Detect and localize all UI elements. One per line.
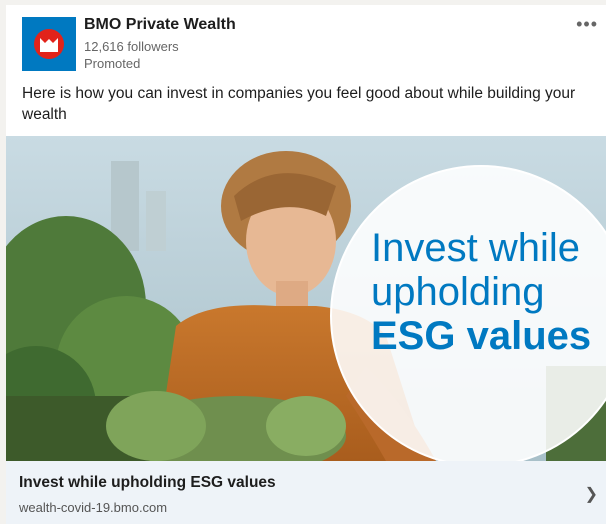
bmo-logo[interactable]: [22, 17, 76, 71]
ad-headline-line3: ESG values: [371, 314, 592, 358]
more-options-icon[interactable]: •••: [576, 14, 598, 35]
post-header: BMO Private Wealth 12,616 followers Prom…: [6, 5, 606, 77]
sponsored-post-card: BMO Private Wealth 12,616 followers Prom…: [6, 5, 606, 524]
promoted-label: Promoted: [84, 56, 141, 71]
ad-headline-line1: Invest while: [371, 226, 580, 270]
post-text: Here is how you can invest in companies …: [22, 85, 576, 123]
bmo-roundel-icon: [34, 29, 64, 59]
company-name[interactable]: BMO Private Wealth: [84, 16, 236, 34]
link-preview[interactable]: Invest while upholding ESG values wealth…: [6, 461, 606, 524]
ad-headline: Invest while upholding ESG values: [371, 226, 606, 358]
follower-count: 12,616 followers: [84, 39, 179, 54]
link-title[interactable]: Invest while upholding ESG values: [19, 474, 276, 492]
ad-headline-line2: upholding: [371, 270, 545, 314]
chevron-right-icon[interactable]: ❯: [585, 484, 598, 504]
ad-image[interactable]: Invest while upholding ESG values: [6, 136, 606, 461]
link-url[interactable]: wealth-covid-19.bmo.com: [19, 500, 167, 515]
